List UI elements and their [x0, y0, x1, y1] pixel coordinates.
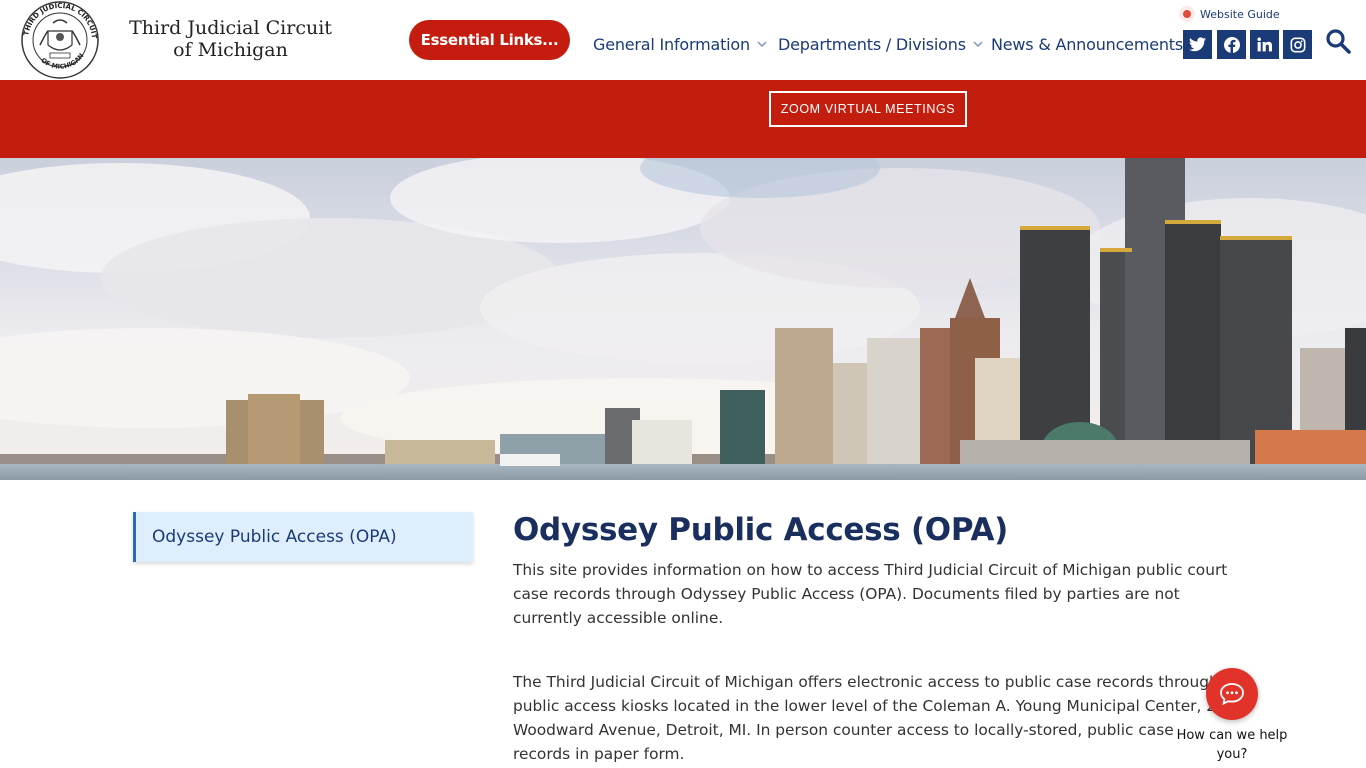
alert-banner: ZOOM VIRTUAL MEETINGS — [0, 80, 1366, 158]
instagram-icon — [1290, 37, 1305, 52]
hero-skyline-image — [0, 158, 1366, 480]
website-guide-icon — [1179, 6, 1195, 22]
twitter-link[interactable] — [1183, 30, 1212, 59]
chat-button[interactable] — [1206, 668, 1258, 720]
page-title: Odyssey Public Access (OPA) — [513, 512, 1008, 548]
chat-prompt-label[interactable]: How can we help you? — [1170, 726, 1294, 764]
chat-bubble-icon — [1220, 683, 1244, 706]
nav-departments-divisions[interactable]: Departments / Divisions — [778, 33, 984, 55]
twitter-icon — [1189, 37, 1206, 52]
linkedin-link[interactable] — [1250, 30, 1279, 59]
court-seal-logo[interactable]: THIRD JUDICIAL CIRCUIT OF MICHIGAN — [20, 1, 100, 79]
site-title[interactable]: Third Judicial Circuit of Michigan — [118, 17, 343, 61]
access-paragraph: The Third Judicial Circuit of Michigan o… — [513, 673, 1219, 763]
facebook-icon — [1223, 36, 1240, 53]
nav-news-announcements[interactable]: News & Announcements — [991, 33, 1183, 55]
nav-news-announcements-label: News & Announcements — [991, 34, 1184, 54]
website-guide-link[interactable]: Website Guide — [1179, 6, 1280, 22]
zoom-virtual-meetings-button[interactable]: ZOOM VIRTUAL MEETINGS — [769, 91, 967, 127]
facebook-link[interactable] — [1217, 30, 1246, 59]
sidebar-item-odyssey-public-access[interactable]: Odyssey Public Access (OPA) — [133, 512, 473, 562]
search-icon[interactable] — [1325, 28, 1351, 54]
site-header: THIRD JUDICIAL CIRCUIT OF MICHIGAN Third… — [0, 0, 1366, 80]
intro-paragraph: This site provides information on how to… — [513, 561, 1228, 627]
chevron-down-icon — [973, 41, 983, 48]
nav-departments-divisions-label: Departments / Divisions — [778, 34, 966, 54]
essential-links-button[interactable]: Essential Links... — [409, 20, 570, 60]
linkedin-icon — [1257, 37, 1272, 52]
nav-general-information-label: General Information — [593, 34, 750, 54]
instagram-link[interactable] — [1283, 30, 1312, 59]
skyline-illustration — [0, 158, 1366, 480]
nav-general-information[interactable]: General Information — [593, 33, 768, 55]
chevron-down-icon — [757, 41, 767, 48]
website-guide-label: Website Guide — [1200, 7, 1280, 21]
